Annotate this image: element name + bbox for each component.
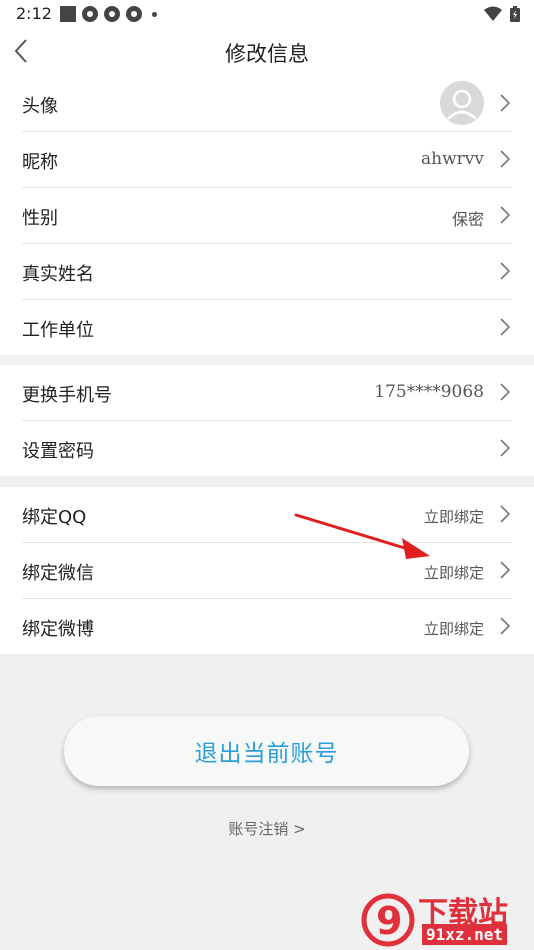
row-label: 设置密码 (22, 441, 94, 462)
row-label: 绑定微博 (22, 619, 94, 640)
watermark: 9 下载站 91xz.net (356, 888, 534, 950)
row-real-name[interactable]: 真实姓名 (22, 244, 512, 300)
row-label: 工作单位 (22, 320, 94, 341)
row-nickname[interactable]: 昵称 ahwrvv (22, 132, 512, 188)
stop-square-icon (60, 6, 76, 22)
notification-icon (82, 6, 98, 22)
status-right-icons (484, 6, 520, 22)
row-label: 绑定微信 (22, 563, 94, 584)
profile-info-group: 头像 昵称 ahwrvv 性别 保密 真实姓名 工作单位 (0, 76, 534, 355)
row-label: 真实姓名 (22, 264, 94, 285)
chevron-right-icon (500, 206, 511, 224)
chevron-right-icon (500, 262, 511, 280)
row-label: 昵称 (22, 152, 58, 173)
row-bind-weibo[interactable]: 绑定微博 立即绑定 (22, 599, 512, 654)
row-set-password[interactable]: 设置密码 (22, 421, 512, 476)
chevron-right-icon (500, 561, 511, 579)
chevron-right-icon (500, 94, 511, 112)
battery-icon (510, 6, 520, 22)
row-value: 175****9068 (374, 382, 484, 402)
chevron-right-icon (500, 318, 511, 336)
row-avatar[interactable]: 头像 (22, 76, 512, 132)
notification-icon (104, 6, 120, 22)
svg-text:9: 9 (376, 899, 402, 943)
row-value: 立即绑定 (423, 508, 484, 526)
chevron-right-icon (500, 505, 511, 523)
row-bind-qq[interactable]: 绑定QQ 立即绑定 (22, 487, 512, 543)
chevron-right-icon (500, 383, 511, 401)
watermark-url: 91xz.net (422, 924, 508, 945)
row-bind-wechat[interactable]: 绑定微信 立即绑定 (22, 543, 512, 599)
logout-label: 退出当前账号 (194, 741, 339, 767)
row-label: 更换手机号 (22, 385, 112, 406)
app-header: 修改信息 (0, 28, 534, 77)
wifi-icon (484, 6, 502, 21)
avatar[interactable] (440, 81, 484, 125)
account-security-group: 更换手机号 175****9068 设置密码 (0, 365, 534, 476)
row-label: 头像 (22, 96, 58, 117)
user-placeholder-icon (440, 81, 484, 125)
row-change-phone[interactable]: 更换手机号 175****9068 (22, 365, 512, 421)
row-value: ahwrvv (421, 149, 484, 169)
status-bar: 2:12 (0, 0, 534, 28)
row-value: 立即绑定 (423, 564, 484, 582)
status-notification-icons (60, 6, 157, 22)
status-time: 2:12 (16, 4, 52, 23)
row-work-unit[interactable]: 工作单位 (22, 300, 512, 355)
row-label: 性别 (22, 208, 58, 229)
page-title: 修改信息 (225, 42, 309, 66)
notification-icon (126, 6, 142, 22)
row-gender[interactable]: 性别 保密 (22, 188, 512, 244)
cancel-account-link[interactable]: 账号注销 > (0, 818, 534, 839)
logout-button[interactable]: 退出当前账号 (64, 716, 469, 786)
chevron-right-icon (500, 150, 511, 168)
row-label: 绑定QQ (22, 507, 87, 528)
row-value: 立即绑定 (423, 620, 484, 638)
chevron-right-icon (500, 439, 511, 457)
more-dot-icon (152, 11, 157, 17)
social-binding-group: 绑定QQ 立即绑定 绑定微信 立即绑定 绑定微博 立即绑定 (0, 487, 534, 654)
chevron-right-icon (500, 617, 511, 635)
row-value: 保密 (451, 210, 484, 229)
watermark-logo-icon: 9 (361, 893, 415, 947)
